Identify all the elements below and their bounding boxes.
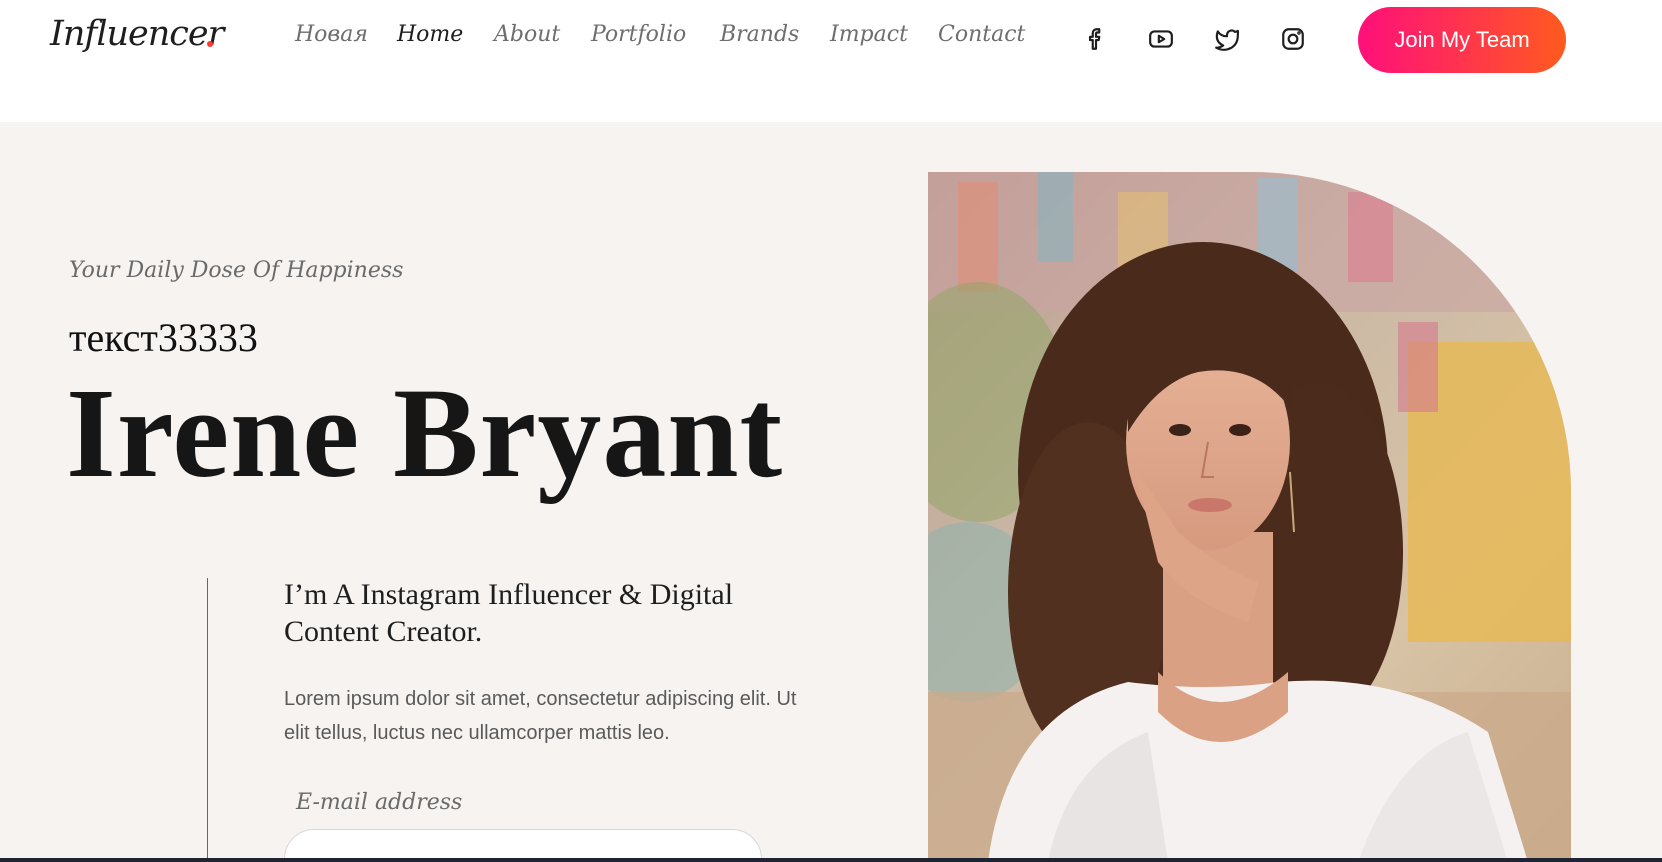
nav-item-contact[interactable]: Contact (938, 22, 1025, 47)
hero-section: Your Daily Dose Of Happiness текст33333 … (0, 122, 1662, 862)
nav-item-impact[interactable]: Impact (830, 22, 908, 47)
nav-item-about[interactable]: About (494, 22, 560, 47)
email-label: E-mail address (296, 790, 463, 815)
site-logo[interactable]: Influencer (50, 14, 224, 54)
youtube-icon[interactable] (1146, 24, 1176, 54)
hero-tagline: Your Daily Dose Of Happiness (69, 258, 404, 283)
nav-item-portfolio[interactable]: Portfolio (591, 22, 686, 47)
nav-item-home[interactable]: Home (397, 22, 463, 47)
logo-dot (207, 41, 213, 47)
nav-item-brands[interactable]: Brands (720, 22, 799, 47)
instagram-icon[interactable] (1278, 24, 1308, 54)
hero-name: Irene Bryant (66, 362, 784, 504)
hero-description: Lorem ipsum dolor sit amet, consectetur … (284, 688, 797, 744)
site-header: Influencer Новая Home About Portfolio Br… (0, 0, 1662, 122)
bottom-edge-bar (0, 858, 1662, 862)
join-my-team-button[interactable]: Join My Team (1358, 7, 1566, 73)
facebook-icon[interactable] (1081, 24, 1111, 54)
accent-divider-line (207, 578, 208, 862)
profile-photo (928, 172, 1571, 862)
twitter-icon[interactable] (1212, 24, 1242, 54)
nav-item-novaya[interactable]: Новая (295, 22, 368, 47)
hero-intro: I’m A Instagram Influencer & Digital Con… (284, 578, 734, 648)
hero-subtitle: текст33333 (69, 315, 258, 360)
